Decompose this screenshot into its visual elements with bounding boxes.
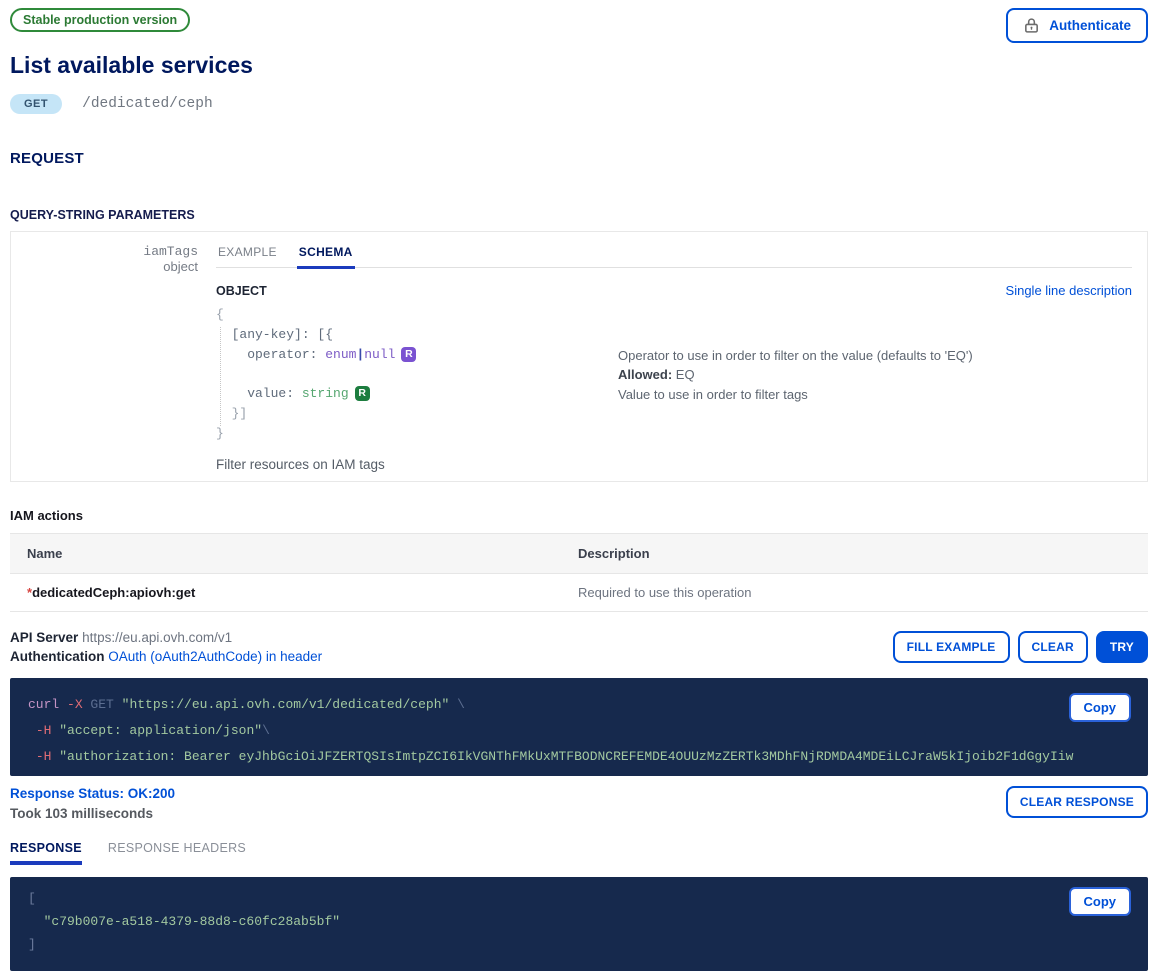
fill-example-button[interactable]: FILL EXAMPLE	[893, 631, 1010, 663]
copy-request-button[interactable]: Copy	[1069, 693, 1132, 722]
column-header-name: Name	[10, 534, 561, 574]
lock-icon	[1023, 17, 1040, 34]
response-status-row: Response Status: OK:200 Took 103 millise…	[10, 786, 1148, 821]
iam-actions-table: Name Description *dedicatedCeph:apiovh:g…	[10, 533, 1148, 612]
curl-code: curl -X GET "https://eu.api.ovh.com/v1/d…	[28, 692, 1148, 770]
authentication-link[interactable]: OAuth (oAuth2AuthCode) in header	[108, 649, 322, 664]
server-row: API Server https://eu.api.ovh.com/v1 Aut…	[10, 628, 1148, 666]
api-server-label: API Server	[10, 630, 78, 645]
try-button[interactable]: TRY	[1096, 631, 1148, 663]
request-section-title: REQUEST	[10, 150, 1148, 167]
authenticate-button[interactable]: Authenticate	[1006, 8, 1148, 43]
required-badge: R	[401, 347, 416, 362]
curl-code-block: curl -X GET "https://eu.api.ovh.com/v1/d…	[10, 678, 1148, 776]
column-header-description: Description	[561, 534, 1148, 574]
server-info: API Server https://eu.api.ovh.com/v1 Aut…	[10, 628, 322, 666]
top-bar: Stable production version Authenticate	[10, 8, 1148, 43]
schema-header: OBJECT Single line description	[216, 283, 1132, 298]
schema-row-value: value: string R Value to use in order to …	[216, 384, 1132, 404]
schema-line-close-inner: }]	[216, 404, 1132, 424]
http-method-badge: GET	[10, 94, 62, 114]
tab-response-headers[interactable]: RESPONSE HEADERS	[108, 841, 246, 865]
schema-line-anykey: [any-key]: [{	[216, 325, 1132, 345]
table-header-row: Name Description	[10, 534, 1148, 574]
single-line-description: Single line description	[1006, 283, 1132, 298]
parameter-name: iamTags	[11, 244, 198, 259]
operator-type-enum: enum	[325, 347, 356, 362]
schema-row-operator: operator: enum|nullR Operator to use in …	[216, 345, 1132, 384]
iam-actions-title: IAM actions	[10, 508, 1148, 523]
schema-type-label: OBJECT	[216, 284, 267, 298]
operator-description: Operator to use in order to filter on th…	[618, 345, 1132, 384]
schema-tabs: EXAMPLE SCHEMA	[216, 244, 1132, 268]
response-code-block: [ "c79b007e-a518-4379-88d8-c60fc28ab5bf"…	[10, 877, 1148, 971]
parameter-type: object	[11, 259, 198, 274]
parameter-content: EXAMPLE SCHEMA OBJECT Single line descri…	[208, 244, 1132, 472]
response-body: [ "c79b007e-a518-4379-88d8-c60fc28ab5bf"…	[28, 887, 1148, 956]
parameter-label: iamTags object	[11, 244, 208, 472]
endpoint-path: /dedicated/ceph	[82, 96, 213, 112]
table-row: *dedicatedCeph:apiovh:get Required to us…	[10, 574, 1148, 612]
response-time: Took 103 milliseconds	[10, 806, 175, 821]
schema-code: { [any-key]: [{ operator: enum|nullR Ope…	[216, 305, 1132, 444]
response-tabs: RESPONSE RESPONSE HEADERS	[10, 841, 1148, 865]
allowed-label: Allowed:	[618, 367, 672, 382]
page-title: List available services	[10, 52, 1148, 79]
tab-example[interactable]: EXAMPLE	[216, 244, 279, 267]
value-type-string: string	[302, 386, 349, 401]
schema-line-open: {	[216, 305, 1132, 325]
iamtags-parameter-panel: iamTags object EXAMPLE SCHEMA OBJECT Sin…	[10, 231, 1148, 482]
allowed-value: EQ	[672, 367, 694, 382]
clear-response-button[interactable]: CLEAR RESPONSE	[1006, 786, 1148, 818]
iam-action-description: Required to use this operation	[561, 574, 1148, 612]
api-server-url: https://eu.api.ovh.com/v1	[82, 630, 232, 645]
value-key: value:	[216, 386, 302, 401]
iam-action-name: dedicatedCeph:apiovh:get	[32, 585, 195, 600]
authentication-label: Authentication	[10, 649, 105, 664]
tab-schema[interactable]: SCHEMA	[297, 244, 355, 269]
operator-key: operator:	[216, 347, 325, 362]
operator-type-null: null	[364, 347, 395, 362]
schema-line-close: }	[216, 424, 1132, 444]
parameter-description: Filter resources on IAM tags	[216, 457, 1132, 472]
version-badge: Stable production version	[10, 8, 190, 32]
request-action-buttons: FILL EXAMPLE CLEAR TRY	[893, 631, 1148, 663]
api-console-page: Stable production version Authenticate L…	[0, 0, 1157, 971]
clear-button[interactable]: CLEAR	[1018, 631, 1088, 663]
tab-response[interactable]: RESPONSE	[10, 841, 82, 865]
endpoint-row: GET /dedicated/ceph	[10, 94, 1148, 114]
response-status: Response Status: OK:200	[10, 786, 175, 801]
query-string-params-title: QUERY-STRING PARAMETERS	[10, 208, 1148, 222]
value-description: Value to use in order to filter tags	[618, 384, 1132, 404]
authenticate-label: Authenticate	[1049, 18, 1131, 33]
required-badge: R	[355, 386, 370, 401]
